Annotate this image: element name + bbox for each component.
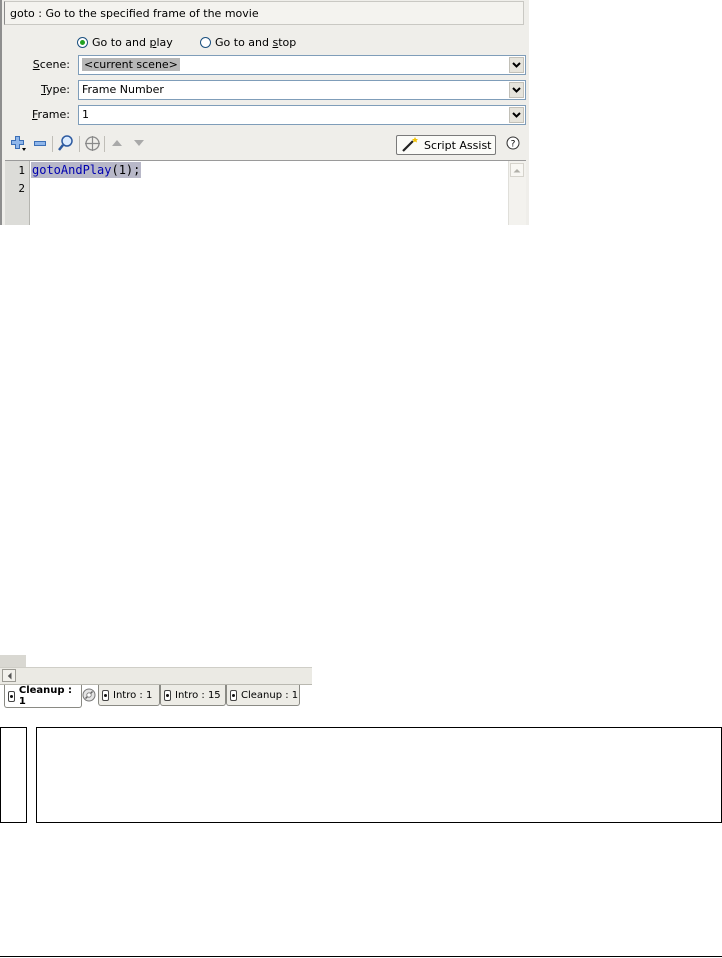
line-number: 2 [18, 182, 25, 195]
chevron-down-icon[interactable] [509, 82, 524, 98]
frame-value: 1 [82, 108, 89, 121]
find-icon[interactable] [56, 132, 76, 154]
magic-wand-icon [401, 136, 419, 155]
script-toolbar: Script Assist ? [0, 132, 529, 158]
scroll-left-icon[interactable] [2, 669, 16, 682]
script-assist-button[interactable]: Script Assist [396, 135, 496, 155]
chevron-down-icon[interactable] [509, 57, 524, 73]
help-icon[interactable]: ? [506, 136, 520, 153]
target-path-icon[interactable] [82, 132, 102, 154]
radio-dot-checked[interactable] [77, 37, 88, 48]
pin-icon [164, 689, 171, 701]
toolbar-separator [52, 136, 53, 152]
actions-panel: goto : Go to the specified frame of the … [0, 0, 529, 225]
note-box [36, 727, 722, 823]
note-margin-box [0, 727, 27, 823]
line-number-gutter: 1 2 [5, 161, 30, 225]
pin-icon [230, 689, 237, 701]
scene-value: <current scene> [82, 58, 180, 71]
script-editor[interactable]: 1 2 gotoAndPlay(1); [5, 160, 526, 225]
radio-stop-label: Go to and stop [215, 36, 297, 49]
frame-label: Frame: [32, 108, 70, 121]
svg-text:?: ? [511, 140, 516, 150]
line-number: 1 [18, 164, 25, 177]
move-up-icon[interactable] [109, 132, 125, 154]
radio-play-label: Go to and play [92, 36, 173, 49]
pin-icon [102, 689, 109, 701]
scene-select[interactable]: <current scene> [78, 55, 526, 75]
type-label: Type: [41, 83, 70, 96]
scene-label: Scene: [32, 58, 70, 71]
scroll-up-icon[interactable] [510, 163, 524, 177]
code-args: (1); [111, 163, 141, 177]
timeline-strip-block [0, 655, 26, 667]
scene-tab[interactable]: Intro : 15 [160, 685, 226, 706]
pin-icon [8, 690, 15, 702]
toolbar-separator [104, 136, 105, 152]
timeline-scene-tabs: Cleanup : 1 Intro : 1 Intro : 15 Cleanup… [0, 655, 312, 712]
timeline-strip [0, 655, 312, 667]
scene-tab-label: Cleanup : 1 [241, 689, 299, 701]
horizontal-scrollbar[interactable] [0, 667, 312, 685]
radio-dot-unchecked[interactable] [200, 37, 211, 48]
scene-tab-label: Intro : 1 [113, 689, 153, 701]
type-value: Frame Number [82, 83, 164, 96]
radio-go-to-and-stop[interactable]: Go to and stop [200, 36, 296, 49]
scene-tab-label: Intro : 15 [175, 689, 221, 701]
page-footer-rule [0, 956, 722, 957]
code-keyword: gotoAndPlay [32, 163, 112, 177]
script-pin-icon[interactable] [82, 688, 96, 705]
scene-tab[interactable]: Cleanup : 1 [226, 685, 300, 706]
toolbar-separator [79, 136, 80, 152]
chevron-down-icon[interactable] [509, 107, 524, 123]
remove-statement-icon[interactable] [31, 132, 49, 154]
scene-tab-label: Cleanup : 1 [18, 685, 73, 707]
code-line[interactable]: gotoAndPlay(1); [31, 162, 142, 178]
scene-tab[interactable]: Intro : 1 [98, 685, 160, 706]
frame-input[interactable]: 1 [78, 105, 526, 125]
scene-tab-bar: Cleanup : 1 Intro : 1 Intro : 15 Cleanup… [0, 685, 312, 709]
scene-tab[interactable]: Cleanup : 1 [4, 685, 82, 708]
add-statement-icon[interactable] [8, 132, 28, 154]
type-select[interactable]: Frame Number [78, 80, 526, 100]
script-assist-label: Script Assist [424, 138, 492, 152]
vertical-scrollbar[interactable] [508, 161, 526, 225]
radio-go-to-and-play[interactable]: Go to and play [77, 36, 173, 49]
action-description: goto : Go to the specified frame of the … [4, 1, 524, 25]
move-down-icon[interactable] [131, 132, 147, 154]
